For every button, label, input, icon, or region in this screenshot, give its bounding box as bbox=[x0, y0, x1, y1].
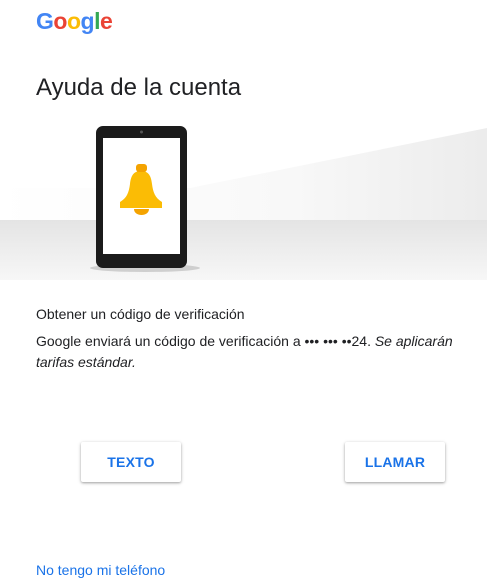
logo-letter: g bbox=[80, 8, 95, 34]
logo-letter: e bbox=[99, 8, 113, 34]
page-title: Ayuda de la cuenta bbox=[36, 74, 242, 102]
hero-illustration bbox=[0, 108, 487, 280]
description-text: Google enviará un código de verificación… bbox=[36, 333, 375, 349]
google-logo: Google bbox=[36, 8, 113, 35]
section-subtitle: Obtener un código de verificación bbox=[36, 306, 245, 322]
logo-letter: o bbox=[53, 8, 67, 34]
logo-letter: G bbox=[36, 8, 54, 34]
call-button[interactable]: LLAMAR bbox=[345, 442, 445, 482]
no-phone-link[interactable]: No tengo mi teléfono bbox=[36, 562, 165, 578]
text-button[interactable]: TEXTO bbox=[81, 442, 181, 482]
logo-letter: o bbox=[66, 8, 81, 34]
verification-description: Google enviará un código de verificación… bbox=[36, 331, 466, 373]
hero-illustration-svg bbox=[0, 108, 487, 280]
